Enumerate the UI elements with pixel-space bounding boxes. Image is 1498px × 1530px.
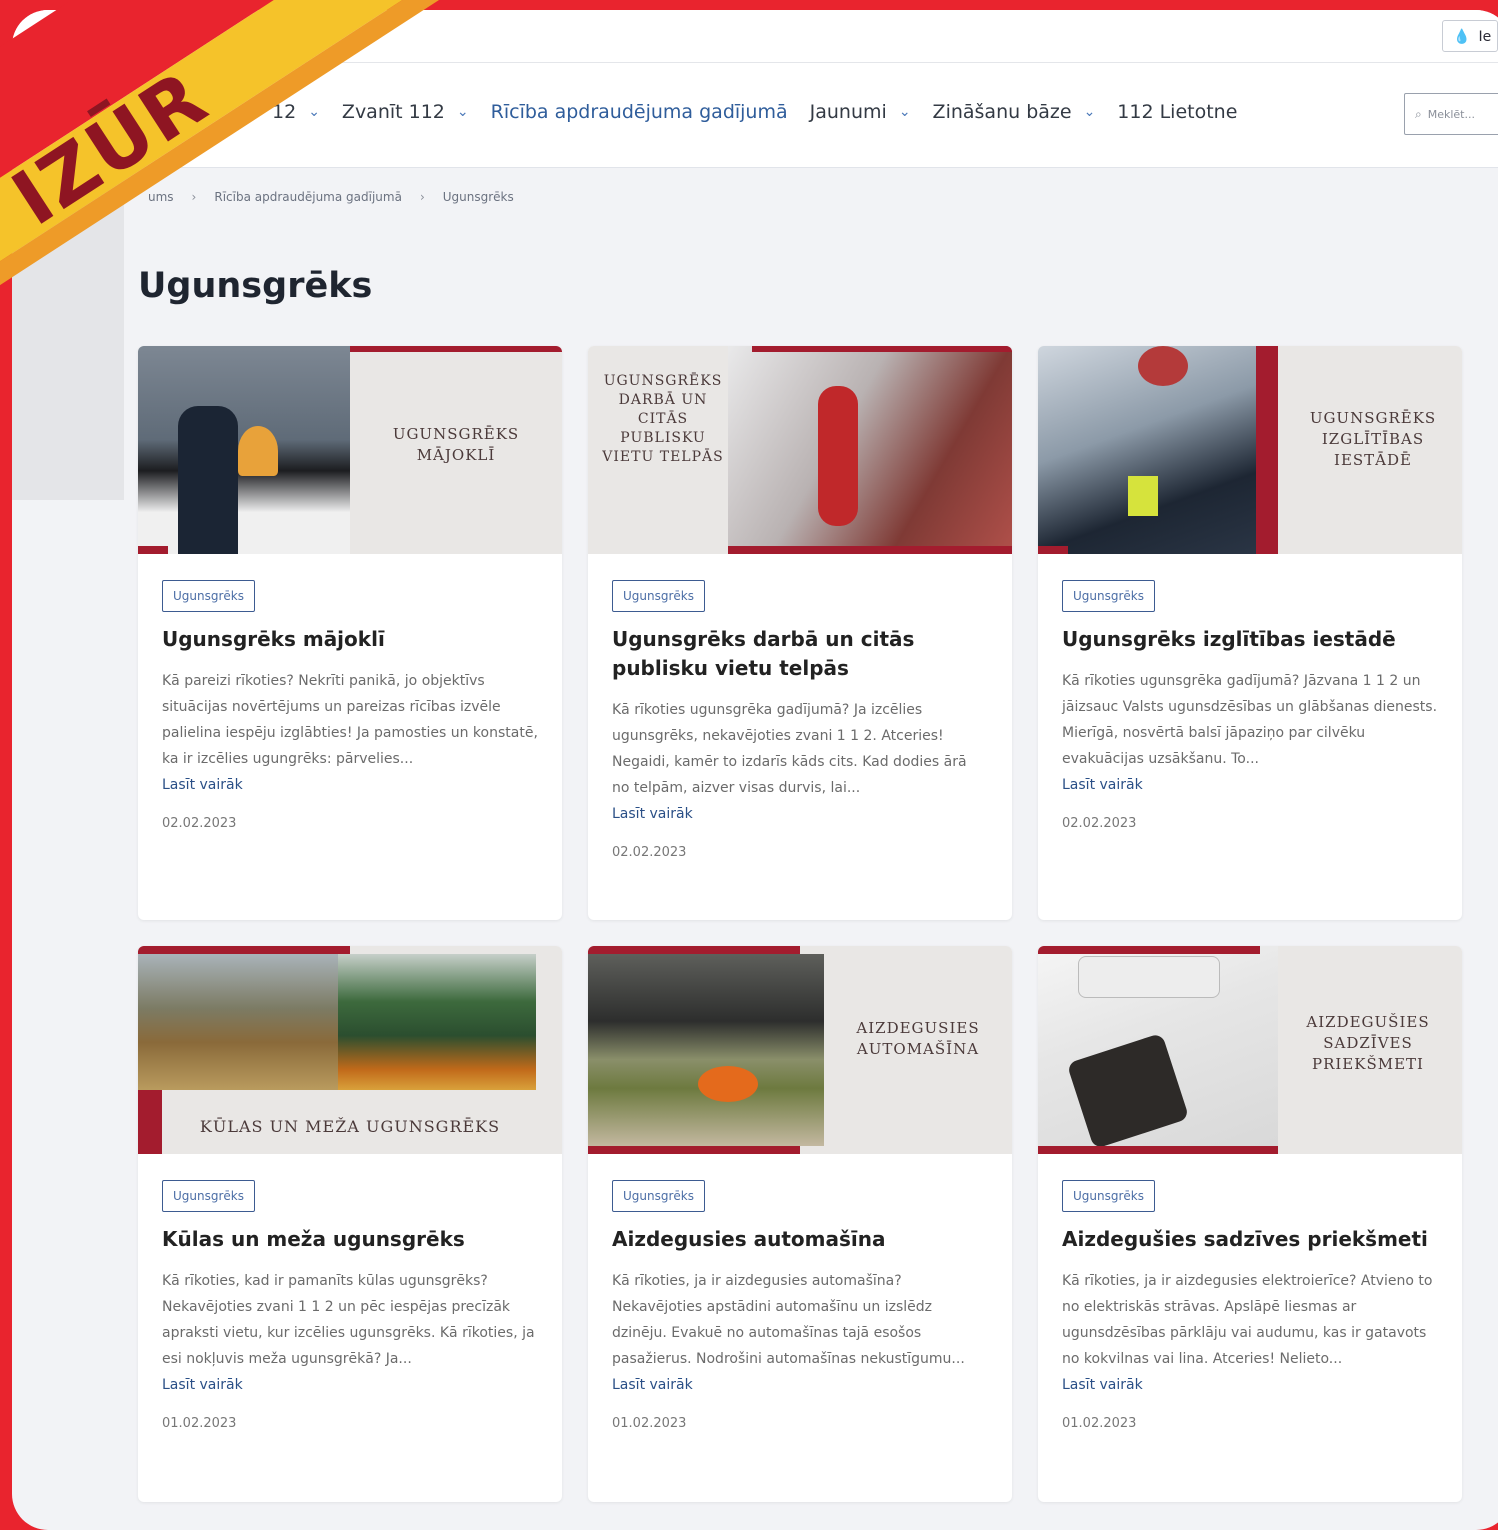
chevron-down-icon: ⌄ (308, 104, 320, 120)
article-title[interactable]: Ugunsgrēks darbā un citās publisku vietu… (612, 625, 988, 683)
search-input[interactable]: ⌕ Meklēt... (1404, 93, 1498, 135)
article-title[interactable]: Kūlas un meža ugunsgrēks (162, 1225, 538, 1254)
category-tag[interactable]: Ugunsgrēks (162, 1180, 255, 1212)
read-more-link[interactable]: Lasīt vairāk (612, 1372, 988, 1398)
nav-item-label: Zināšanu bāze (932, 101, 1072, 123)
article-card[interactable]: AIZDEGUŠIES SADZĪVES PRIEKŠMETI Ugunsgrēks… (1038, 946, 1462, 1502)
article-date: 02.02.2023 (1062, 816, 1137, 831)
read-more-link[interactable]: Lasīt vairāk (162, 772, 538, 798)
article-thumbnail[interactable]: UGUNSGRĒKS MĀJOKLĪ (138, 346, 562, 554)
breadcrumb-item[interactable]: Rīcība apdraudējuma gadījumā (214, 190, 402, 204)
read-more-link[interactable]: Lasīt vairāk (162, 1372, 538, 1398)
category-tag[interactable]: Ugunsgrēks (162, 580, 255, 612)
article-title[interactable]: Ugunsgrēks mājoklī (162, 625, 538, 654)
breadcrumb-item[interactable]: ums (148, 190, 174, 204)
article-date: 01.02.2023 (1062, 1416, 1137, 1431)
article-title[interactable]: Aizdegusies automašīna (612, 1225, 988, 1254)
article-card[interactable]: KŪLAS UN MEŽA UGUNSGRĒKS Ugunsgrēks Kūla… (138, 946, 562, 1502)
nav-item-label: Zvanīt 112 (341, 101, 445, 123)
nav-item-label: Jaunumi (809, 101, 887, 123)
browser-viewport: 💧 Ie 12 ⌄ Zvanīt 112 ⌄ Rīcība apdraudējuma ga… (12, 10, 1498, 1530)
page-title: Ugunsgrēks (138, 266, 373, 306)
nav-item-0[interactable]: 12 ⌄ (272, 101, 320, 123)
article-date: 02.02.2023 (162, 816, 237, 831)
article-title[interactable]: Aizdegušies sadzīves priekšmeti (1062, 1225, 1438, 1254)
article-excerpt: Kā rīkoties ugunsgrēka gadījumā? Ja izcē… (612, 702, 967, 796)
drop-icon: 💧 (1453, 29, 1471, 45)
language-switch[interactable]: 💧 Ie (1442, 20, 1498, 52)
article-date: 01.02.2023 (162, 1416, 237, 1431)
nav-item-2[interactable]: Rīcība apdraudējuma gadījumā (491, 101, 788, 123)
read-more-link[interactable]: Lasīt vairāk (1062, 772, 1438, 798)
chevron-down-icon: ⌄ (898, 104, 911, 120)
breadcrumb-item: Ugunsgrēks (442, 190, 514, 204)
article-thumbnail[interactable]: UGUNSGRĒKS DARBĀ UN CITĀS PUBLISKU VIETU TEL… (588, 346, 1012, 554)
category-tag[interactable]: Ugunsgrēks (1062, 1180, 1155, 1212)
article-thumbnail[interactable]: AIZDEGUŠIES SADZĪVES PRIEKŠMETI (1038, 946, 1462, 1154)
read-more-link[interactable]: Lasīt vairāk (1062, 1372, 1438, 1398)
category-tag[interactable]: Ugunsgrēks (1062, 580, 1155, 612)
thumbnail-caption: KŪLAS UN MEŽA UGUNSGRĒKS (199, 1117, 501, 1136)
article-excerpt: Kā rīkoties, kad ir pamanīts kūlas uguns… (162, 1273, 535, 1367)
thumbnail-caption: UGUNSGRĒKS MĀJOKLĪ (392, 425, 520, 464)
article-date: 02.02.2023 (612, 845, 687, 860)
read-more-link[interactable]: Lasīt vairāk (612, 801, 988, 827)
search-placeholder: Meklēt... (1427, 108, 1475, 121)
thumbnail-caption: UGUNSGRĒKS DARBĀ UN CITĀS PUBLISKU VIETU TEL… (602, 373, 724, 465)
article-excerpt: Kā rīkoties, ja ir aizdegusies elektroie… (1062, 1273, 1433, 1367)
nav-item-label: 112 Lietotne (1117, 101, 1238, 123)
article-excerpt: Kā rīkoties ugunsgrēka gadījumā? Jāzvana… (1062, 673, 1438, 767)
article-thumbnail[interactable]: AIZDEGUSIES AUTOMAŠĪNA (588, 946, 1012, 1154)
nav-item-4[interactable]: Zināšanu bāze ⌄ (933, 101, 1096, 123)
category-tag[interactable]: Ugunsgrēks (612, 1180, 705, 1212)
nav-item-1[interactable]: Zvanīt 112 ⌄ (342, 101, 469, 123)
chevron-down-icon: ⌄ (1083, 104, 1096, 120)
nav-item-5[interactable]: 112 Lietotne (1117, 101, 1237, 123)
article-excerpt: Kā pareizi rīkoties? Nekrīti panikā, jo … (162, 673, 538, 767)
article-card[interactable]: UGUNSGRĒKS DARBĀ UN CITĀS PUBLISKU VIETU TEL… (588, 346, 1012, 920)
category-tag[interactable]: Ugunsgrēks (612, 580, 705, 612)
article-date: 01.02.2023 (612, 1416, 687, 1431)
breadcrumb: ums › Rīcība apdraudējuma gadījumā › Ugunsgr… (148, 190, 514, 204)
article-card[interactable]: UGUNSGRĒKS IZGLĪTĪBAS IESTĀDĒ Ugunsgrēks U… (1038, 346, 1462, 920)
article-thumbnail[interactable]: KŪLAS UN MEŽA UGUNSGRĒKS (138, 946, 562, 1154)
thumbnail-caption: AIZDEGUSIES AUTOMAŠĪNA (856, 1019, 980, 1058)
thumbnail-caption: AIZDEGUŠIES SADZĪVES PRIEKŠMETI (1306, 1013, 1430, 1073)
chevron-right-icon: › (191, 190, 197, 204)
thumbnail-caption: UGUNSGRĒKS IZGLĪTĪBAS IESTĀDĒ (1309, 409, 1437, 469)
language-label: Ie (1478, 29, 1492, 45)
article-excerpt: Kā rīkoties, ja ir aizdegusies automašīn… (612, 1273, 965, 1367)
nav-item-3[interactable]: Jaunumi ⌄ (810, 101, 911, 123)
nav-item-label: Rīcība apdraudējuma gadījumā (490, 101, 788, 123)
chevron-down-icon: ⌄ (456, 104, 469, 120)
primary-nav: 12 ⌄ Zvanīt 112 ⌄ Rīcība apdraudējuma gadīju… (272, 101, 1259, 123)
article-card[interactable]: UGUNSGRĒKS MĀJOKLĪ Ugunsgrēks Ugunsgrēks … (138, 346, 562, 920)
chevron-right-icon: › (419, 190, 425, 204)
article-thumbnail[interactable]: UGUNSGRĒKS IZGLĪTĪBAS IESTĀDĒ (1038, 346, 1462, 554)
article-title[interactable]: Ugunsgrēks izglītības iestādē (1062, 625, 1438, 654)
search-icon: ⌕ (1415, 107, 1422, 121)
article-card[interactable]: AIZDEGUSIES AUTOMAŠĪNA Ugunsgrēks Aizdegu… (588, 946, 1012, 1502)
